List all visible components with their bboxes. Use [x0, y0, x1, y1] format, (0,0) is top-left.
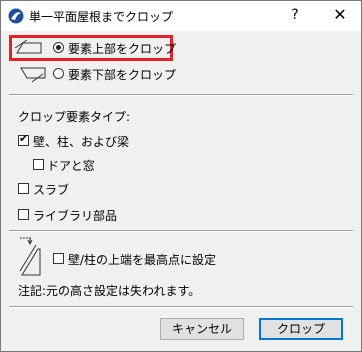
separator	[9, 230, 353, 232]
cancel-button[interactable]: キャンセル	[160, 318, 244, 340]
crop-bottom-icon	[20, 67, 46, 83]
set-top-label[interactable]: 壁/柱の上端を最高点に設定	[68, 251, 216, 268]
dialog-content: 要素上部をクロップ 要素下部をクロップ クロップ要素タイプ: ✔ 壁、柱、および…	[1, 31, 361, 351]
separator	[9, 94, 353, 96]
crop-bottom-label[interactable]: 要素下部をクロップ	[68, 66, 176, 83]
element-types-heading: クロップ要素タイプ:	[18, 110, 131, 124]
set-top-checkbox[interactable]	[53, 253, 64, 264]
radio-selected-dot	[56, 45, 61, 50]
wall-top-icon	[19, 237, 41, 276]
crop-top-radio[interactable]	[53, 42, 64, 53]
crop-top-icon	[14, 39, 42, 54]
doors-windows-label[interactable]: ドアと窓	[47, 157, 95, 174]
doors-windows-checkbox[interactable]	[33, 159, 44, 170]
checkmark-icon: ✔	[19, 132, 29, 145]
walls-columns-beams-label[interactable]: 壁、柱、および梁	[33, 133, 129, 150]
slab-checkbox[interactable]	[18, 183, 29, 194]
slab-label[interactable]: スラブ	[33, 181, 69, 198]
crop-button[interactable]: クロップ	[259, 318, 343, 340]
crop-bottom-radio[interactable]	[53, 68, 64, 79]
help-button[interactable]: ?	[288, 7, 302, 25]
title-bar: 単一平面屋根までクロップ ? ✕	[1, 1, 361, 31]
dialog-title: 単一平面屋根までクロップ	[29, 10, 174, 24]
library-parts-checkbox[interactable]	[18, 209, 29, 220]
archicad-logo-icon	[8, 8, 24, 24]
close-button[interactable]: ✕	[331, 6, 349, 24]
walls-columns-beams-checkbox[interactable]: ✔	[18, 132, 29, 146]
crop-top-label[interactable]: 要素上部をクロップ	[68, 40, 176, 57]
separator	[9, 306, 353, 308]
library-parts-label[interactable]: ライブラリ部品	[33, 207, 117, 224]
note-text: 注記:元の高さ設定は失われます。	[18, 284, 201, 298]
dialog-window: 単一平面屋根までクロップ ? ✕ 要素上部をクロップ 要素下部をクロップ クロッ…	[0, 0, 362, 352]
